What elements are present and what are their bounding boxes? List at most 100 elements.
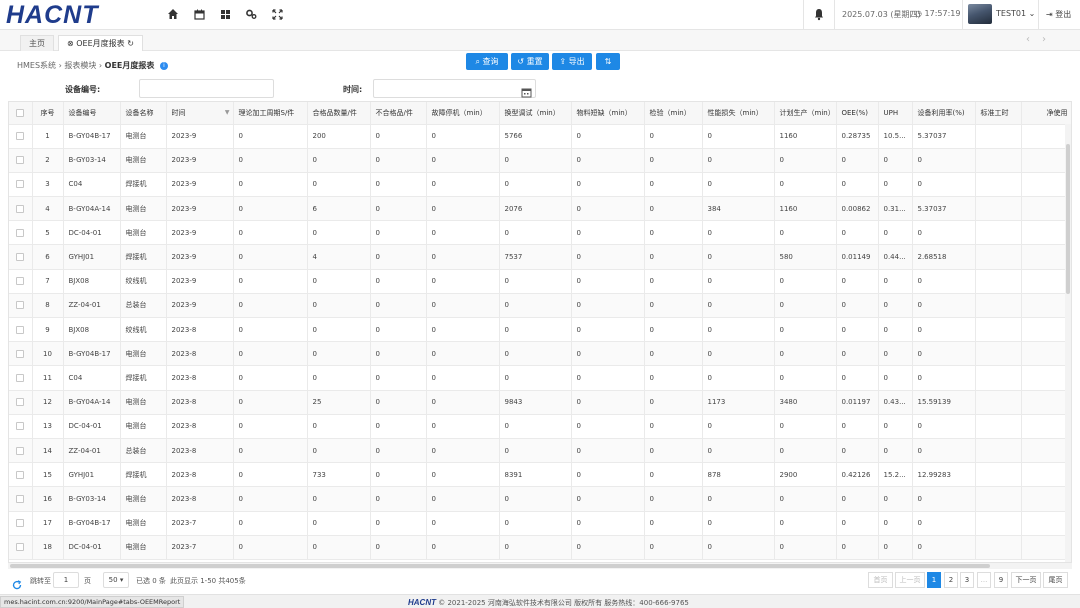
table-cell: 0 — [307, 172, 371, 198]
table-row[interactable]: 17 B-GY04B-17 电测台 2023-7 0 0 0 0 0 0 0 0 0 0 0 0 — [9, 511, 1071, 536]
table-row[interactable]: 3 C04 焊接机 2023-9 0 0 0 0 0 0 0 0 0 0 0 0 — [9, 172, 1071, 198]
row-checkbox[interactable] — [9, 390, 33, 415]
last-page-button[interactable]: 尾页 — [1043, 572, 1068, 588]
row-checkbox[interactable] — [9, 414, 33, 439]
logout-button[interactable]: ⇥ 登出 — [1046, 9, 1071, 20]
column-header[interactable]: OEE(%) — [836, 102, 879, 125]
row-checkbox[interactable] — [9, 341, 33, 367]
page-button[interactable]: 3 — [960, 572, 974, 588]
table-row[interactable]: 4 B-GY04A-14 电测台 2023-9 0 6 0 0 2076 0 0 384 1160 0.0… — [9, 196, 1071, 222]
fullscreen-icon[interactable] — [269, 6, 285, 22]
row-checkbox[interactable] — [9, 438, 33, 464]
refresh-icon[interactable] — [12, 575, 22, 590]
refresh-tab-icon[interactable]: ↻ — [127, 39, 134, 48]
column-header[interactable]: 性能损失（min） — [702, 102, 775, 125]
row-checkbox[interactable] — [9, 124, 33, 149]
horizontal-scrollbar[interactable] — [8, 563, 1072, 569]
sort-toggle-button[interactable]: ⇅ — [596, 53, 620, 70]
column-header[interactable]: UPH — [878, 102, 913, 125]
column-header[interactable]: 合格品数量/件 — [307, 102, 371, 125]
page-size-select[interactable]: 50 ▾ — [103, 572, 129, 588]
row-checkbox[interactable] — [9, 172, 33, 198]
info-icon[interactable]: i — [159, 61, 168, 70]
column-header[interactable]: 换型调试（min） — [499, 102, 572, 125]
column-header[interactable]: 物料短缺（min） — [571, 102, 645, 125]
export-button[interactable]: ⇪ 导出 — [552, 53, 592, 70]
row-checkbox[interactable] — [9, 486, 33, 512]
vertical-scrollbar[interactable] — [1065, 124, 1071, 562]
row-checkbox[interactable] — [9, 269, 33, 294]
table-row[interactable]: 5 DC-04-01 电测台 2023-9 0 0 0 0 0 0 0 0 0 0 0 0 — [9, 220, 1071, 246]
column-header[interactable]: 设备编号 — [63, 102, 121, 125]
column-header[interactable]: 序号 — [32, 102, 64, 125]
next-page-button[interactable]: 下一页 — [1011, 572, 1041, 588]
row-checkbox[interactable] — [9, 293, 33, 319]
table-row[interactable]: 13 DC-04-01 电测台 2023-8 0 0 0 0 0 0 0 0 0 0 0 0 — [9, 414, 1071, 439]
query-button[interactable]: ⌕ 查询 — [466, 53, 508, 70]
column-header[interactable]: 不合格品/件 — [370, 102, 427, 125]
table-row[interactable]: 10 B-GY04B-17 电测台 2023-8 0 0 0 0 0 0 0 0 0 0 0 0 — [9, 341, 1071, 367]
goto-page-input[interactable] — [53, 572, 79, 588]
column-header[interactable]: 设备利用率(%) — [912, 102, 976, 125]
column-header[interactable]: 计划生产（min） — [774, 102, 837, 125]
table-row[interactable]: 18 DC-04-01 电测台 2023-7 0 0 0 0 0 0 0 0 0 0 0 0 — [9, 535, 1071, 560]
column-header[interactable]: 故障停机（min） — [426, 102, 500, 125]
calendar-icon[interactable] — [191, 6, 207, 22]
table-row[interactable]: 14 ZZ-04-01 总装台 2023-8 0 0 0 0 0 0 0 0 0 0 0 0 — [9, 438, 1071, 464]
table-row[interactable]: 15 GYHJ01 焊接机 2023-8 0 733 0 0 8391 0 0 878 2900 0.42… — [9, 462, 1071, 488]
prev-page-button[interactable]: 上一页 — [895, 572, 925, 588]
tab-oee-monthly-report[interactable]: ⊗ OEE月度报表 ↻ — [58, 35, 143, 51]
first-page-button[interactable]: 首页 — [868, 572, 893, 588]
column-header-time[interactable]: 时间 ▼ — [166, 102, 234, 125]
row-checkbox[interactable] — [9, 462, 33, 488]
time-input[interactable] — [373, 79, 536, 98]
user-menu[interactable]: TEST01 ⌄ — [996, 9, 1035, 18]
column-header[interactable]: 检验（min） — [644, 102, 703, 125]
page-button[interactable]: 9 — [994, 572, 1008, 588]
row-checkbox[interactable] — [9, 148, 33, 173]
table-row[interactable]: 12 B-GY04A-14 电测台 2023-8 0 25 0 0 9843 0 0 1173 3480… — [9, 390, 1071, 415]
row-checkbox[interactable] — [9, 317, 33, 343]
reset-button[interactable]: ↺ 重置 — [511, 53, 549, 70]
table-row[interactable]: 16 B-GY03-14 电测台 2023-8 0 0 0 0 0 0 0 0 0 0 0 0 — [9, 486, 1071, 512]
table-row[interactable]: 11 C04 焊接机 2023-8 0 0 0 0 0 0 0 0 0 0 0 0 — [9, 365, 1071, 391]
row-checkbox[interactable] — [9, 220, 33, 246]
column-header[interactable]: 标准工时 — [975, 102, 1022, 125]
table-row[interactable]: 2 B-GY03-14 电测台 2023-9 0 0 0 0 0 0 0 0 0 0 0 0 — [9, 148, 1071, 173]
row-checkbox[interactable] — [9, 535, 33, 560]
avatar[interactable] — [968, 4, 992, 24]
column-header[interactable]: 净使用 — [1021, 102, 1071, 125]
sort-down-icon[interactable]: ▼ — [225, 109, 230, 116]
settings-gears-icon[interactable] — [243, 6, 259, 22]
table-cell: 0 — [426, 365, 500, 391]
date-picker-icon[interactable] — [521, 83, 532, 98]
row-checkbox[interactable] — [9, 365, 33, 391]
tab-scroll-arrows[interactable]: ‹› — [1026, 34, 1058, 45]
breadcrumb-root[interactable]: HMES系统 — [17, 61, 56, 70]
row-checkbox[interactable] — [9, 196, 33, 222]
table-row[interactable]: 9 BJX08 绞线机 2023-8 0 0 0 0 0 0 0 0 0 0 0 0 — [9, 317, 1071, 343]
tab-home[interactable]: 主页 — [20, 35, 54, 51]
page-button[interactable]: 2 — [944, 572, 958, 588]
bell-icon[interactable] — [812, 6, 828, 22]
caret-down-icon: ▾ — [119, 576, 124, 584]
table-cell: 0 — [499, 341, 572, 367]
page-button[interactable]: 1 — [927, 572, 941, 588]
table-row[interactable]: 6 GYHJ01 焊接机 2023-9 0 4 0 0 7537 0 0 0 580 0.01149 0.4… — [9, 244, 1071, 270]
breadcrumb-module[interactable]: 报表模块 — [64, 61, 96, 70]
home-icon[interactable] — [165, 6, 181, 22]
row-checkbox[interactable] — [9, 511, 33, 536]
column-header[interactable]: 设备名称 — [120, 102, 167, 125]
close-icon[interactable]: ⊗ — [67, 39, 74, 48]
table-row[interactable]: 1 B-GY04B-17 电测台 2023-9 0 200 0 0 5766 0 0 0 1160 0.2… — [9, 124, 1071, 149]
device-code-input[interactable] — [139, 79, 274, 98]
table-row[interactable]: 7 BJX08 绞线机 2023-9 0 0 0 0 0 0 0 0 0 0 0 0 — [9, 269, 1071, 294]
table-row[interactable]: 8 ZZ-04-01 总装台 2023-9 0 0 0 0 0 0 0 0 0 0 0 0 — [9, 293, 1071, 319]
row-checkbox[interactable] — [9, 244, 33, 270]
table-cell: 0 — [836, 438, 879, 464]
table-cell: 0 — [233, 124, 308, 149]
grid-icon[interactable] — [217, 6, 233, 22]
table-cell: 0 — [499, 269, 572, 294]
select-all-checkbox[interactable] — [9, 102, 33, 125]
column-header[interactable]: 理论加工周期S/件 — [233, 102, 308, 125]
